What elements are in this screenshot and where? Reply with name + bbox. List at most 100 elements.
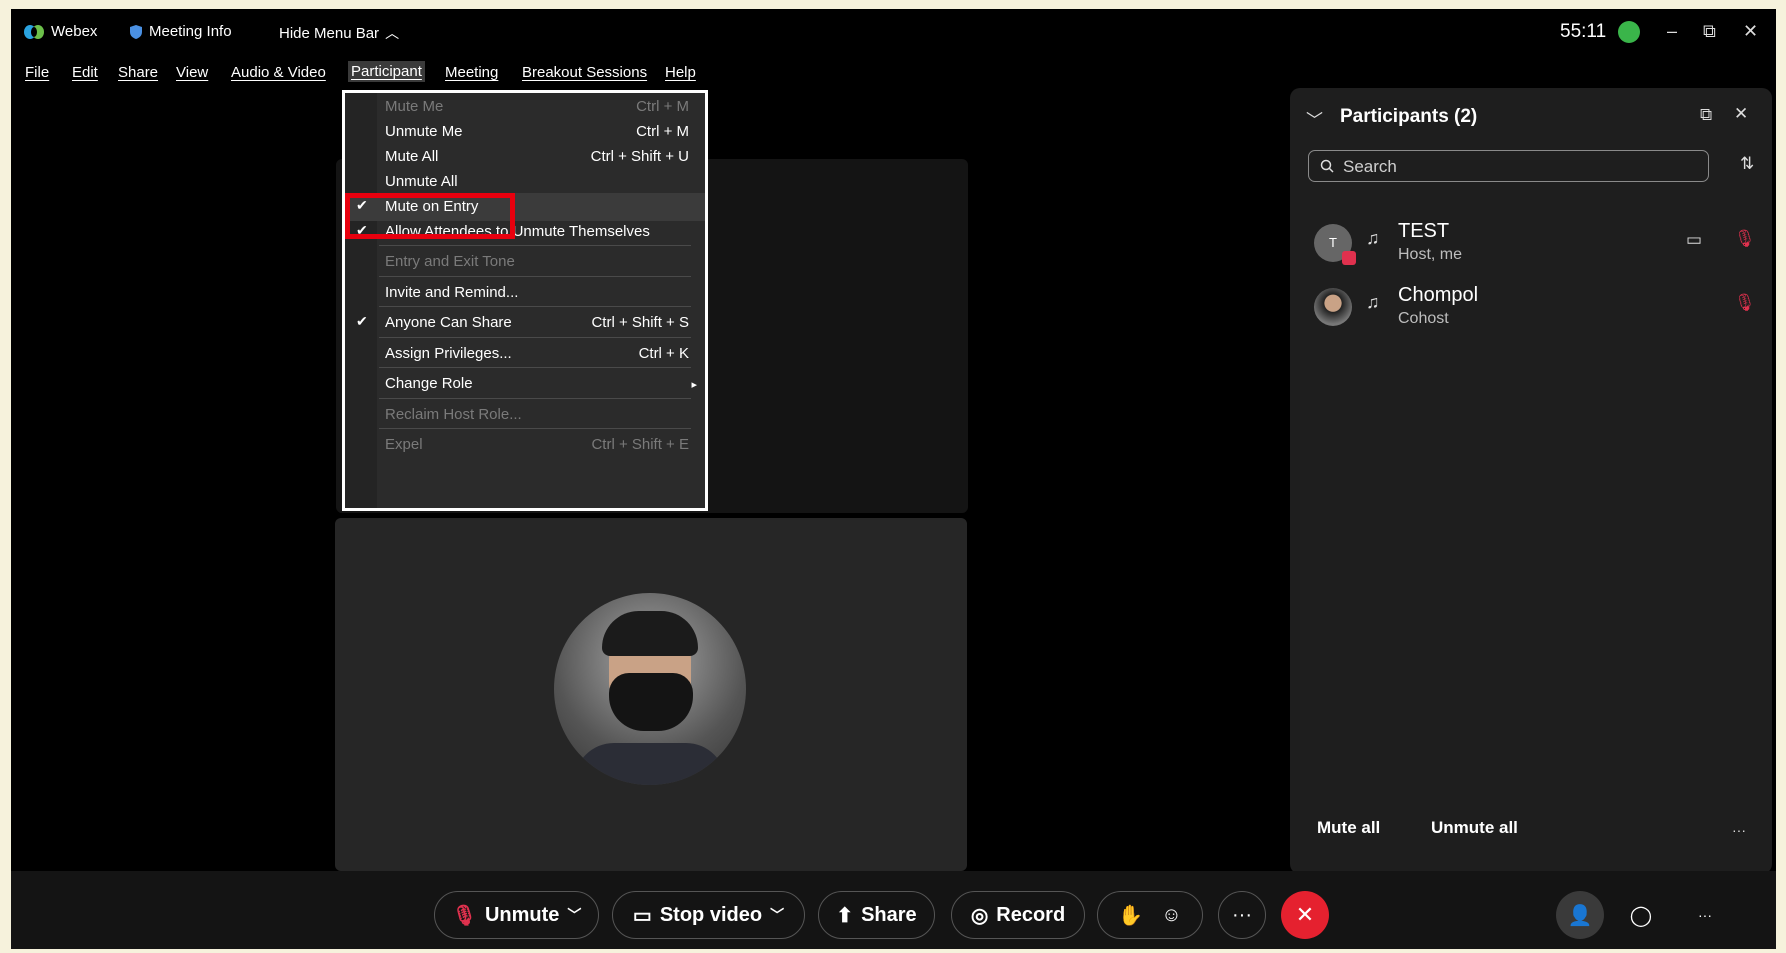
participants-icon: 👤 xyxy=(1567,904,1593,927)
menu-help[interactable]: Help xyxy=(665,64,696,81)
menu-bar: File Edit Share View Audio & Video Parti… xyxy=(11,61,771,85)
checkmark-icon: ✔ xyxy=(356,313,368,329)
unmute-label: Unmute xyxy=(484,903,560,926)
menu-edit[interactable]: Edit xyxy=(72,64,98,81)
chat-button[interactable]: ◯ xyxy=(1617,891,1665,939)
meeting-timer: 55:11 xyxy=(1560,21,1641,43)
minimize-button[interactable]: – xyxy=(1667,21,1677,42)
cohost-avatar xyxy=(554,593,746,785)
avatar-initial: T xyxy=(1329,235,1337,250)
participant-role: Host, me xyxy=(1398,246,1463,263)
menu-item-label: Anyone Can Share xyxy=(385,314,512,331)
app-name: Webex xyxy=(51,23,98,40)
video-camera-icon[interactable]: ▭ xyxy=(1686,230,1702,250)
menu-breakout-sessions[interactable]: Breakout Sessions xyxy=(522,64,647,81)
stop-video-button[interactable]: ▭ Stop video ﹀ xyxy=(612,891,805,939)
close-button[interactable]: ✕ xyxy=(1743,21,1758,42)
menu-item-shortcut: Ctrl + Shift + U xyxy=(590,148,689,165)
unmute-button[interactable]: 🎙 Unmute ﹀ xyxy=(434,891,599,939)
menu-item-mute-me[interactable]: Mute Me Ctrl + M xyxy=(345,93,705,121)
mute-all-button[interactable]: Mute all xyxy=(1317,818,1380,838)
highlight-annotation xyxy=(345,193,515,239)
search-input[interactable] xyxy=(1341,155,1685,179)
timer-text: 55:11 xyxy=(1560,21,1607,42)
meeting-info-label: Meeting Info xyxy=(149,23,232,40)
mic-muted-icon[interactable]: 🎙 xyxy=(1734,229,1756,249)
chevron-down-icon[interactable]: ﹀ xyxy=(567,905,581,925)
menu-item-expel[interactable]: Expel Ctrl + Shift + E xyxy=(345,431,705,459)
network-status-icon xyxy=(1618,21,1641,43)
menu-item-unmute-all[interactable]: Unmute All xyxy=(345,168,705,196)
menu-item-label: Entry and Exit Tone xyxy=(385,253,515,270)
menu-item-entry-exit-tone[interactable]: Entry and Exit Tone xyxy=(345,248,705,276)
close-icon: ✕ xyxy=(1295,902,1315,927)
record-icon: ◎ xyxy=(970,904,989,927)
menu-item-label: Change Role xyxy=(385,375,473,392)
headset-icon: ♫ xyxy=(1366,228,1380,248)
panel-more-icon[interactable]: ··· xyxy=(1732,822,1746,838)
menu-item-anyone-can-share[interactable]: ✔ Anyone Can Share Ctrl + Shift + S xyxy=(345,309,705,337)
participant-row[interactable]: T ♫ TEST Host, me ▭ 🎙 xyxy=(1290,218,1772,274)
headset-icon: ♫ xyxy=(1366,292,1380,312)
menu-item-mute-all[interactable]: Mute All Ctrl + Shift + U xyxy=(345,143,705,171)
shield-icon xyxy=(130,24,142,39)
menu-item-reclaim-host-role[interactable]: Reclaim Host Role... xyxy=(345,401,705,429)
hide-menu-bar-button[interactable]: Hide Menu Bar ︿ xyxy=(279,23,399,43)
share-label: Share xyxy=(861,903,917,926)
menu-separator xyxy=(379,276,691,277)
menu-audio-video[interactable]: Audio & Video xyxy=(231,64,326,81)
menu-separator xyxy=(379,337,691,338)
mic-muted-icon[interactable]: 🎙 xyxy=(1734,293,1756,313)
reactions-icon[interactable]: ☺ xyxy=(1161,904,1181,927)
participants-panel: ﹀ Participants (2) ⧉ ✕ ⇅ T ♫ TEST Host, … xyxy=(1290,88,1772,874)
sort-icon[interactable]: ⇅ xyxy=(1740,154,1754,174)
participant-menu: Mute Me Ctrl + M Unmute Me Ctrl + M Mute… xyxy=(342,90,708,511)
menu-item-change-role[interactable]: Change Role ▸ xyxy=(345,370,705,398)
share-button[interactable]: ⬆ Share xyxy=(818,891,935,939)
meeting-info-button[interactable]: Meeting Info xyxy=(129,23,232,40)
avatar: T xyxy=(1314,224,1356,265)
collapse-chevron-icon[interactable]: ﹀ xyxy=(1306,106,1323,131)
chevron-down-icon[interactable]: ﹀ xyxy=(770,905,784,925)
menu-item-label: Expel xyxy=(385,436,423,453)
menu-item-label: Unmute All xyxy=(385,173,458,190)
record-button[interactable]: ◎ Record xyxy=(951,891,1085,939)
menu-participant[interactable]: Participant xyxy=(348,61,425,82)
menu-separator xyxy=(379,367,691,368)
end-call-button[interactable]: ✕ xyxy=(1281,891,1329,939)
menu-view[interactable]: View xyxy=(176,64,208,81)
search-icon xyxy=(1320,159,1334,173)
restore-button[interactable]: ⧉ xyxy=(1703,21,1716,42)
menu-share[interactable]: Share xyxy=(118,64,158,81)
menu-item-label: Unmute Me xyxy=(385,123,463,140)
pop-out-icon[interactable]: ⧉ xyxy=(1700,105,1712,125)
participants-toggle-button[interactable]: 👤 xyxy=(1556,891,1604,939)
share-screen-icon: ⬆ xyxy=(836,904,854,927)
host-badge-icon xyxy=(1342,251,1356,265)
participant-search[interactable] xyxy=(1308,150,1709,182)
unmute-all-button[interactable]: Unmute all xyxy=(1431,818,1518,838)
menu-item-shortcut: Ctrl + Shift + E xyxy=(591,436,689,453)
webex-logo-icon xyxy=(24,24,44,39)
more-options-button[interactable]: ··· xyxy=(1218,891,1266,939)
close-panel-icon[interactable]: ✕ xyxy=(1734,104,1748,124)
chat-bubble-icon: ◯ xyxy=(1629,904,1653,927)
video-camera-icon: ▭ xyxy=(632,904,652,927)
webex-window: Webex Meeting Info Hide Menu Bar ︿ 55:11… xyxy=(11,9,1776,949)
menu-item-shortcut: Ctrl + M xyxy=(636,98,689,115)
participant-name: TEST xyxy=(1398,220,1450,242)
overflow-button[interactable]: ··· xyxy=(1681,891,1729,939)
menu-file[interactable]: File xyxy=(25,64,49,81)
participant-row[interactable]: ♫ Chompol Cohost 🎙 xyxy=(1290,282,1772,338)
participant-name: Chompol xyxy=(1398,284,1479,306)
menu-item-assign-privileges[interactable]: Assign Privileges... Ctrl + K xyxy=(345,340,705,368)
menu-meeting[interactable]: Meeting xyxy=(445,64,498,81)
menu-item-invite-remind[interactable]: Invite and Remind... xyxy=(345,279,705,307)
submenu-arrow-icon: ▸ xyxy=(691,379,697,391)
raise-hand-icon[interactable]: ✋ xyxy=(1118,903,1143,928)
menu-item-unmute-me[interactable]: Unmute Me Ctrl + M xyxy=(345,118,705,146)
webex-logo-menu[interactable]: Webex xyxy=(23,23,97,40)
video-tile-cohost xyxy=(335,518,967,871)
title-bar: Webex Meeting Info Hide Menu Bar ︿ 55:11… xyxy=(11,9,1776,53)
menu-item-label: Reclaim Host Role... xyxy=(385,406,522,423)
